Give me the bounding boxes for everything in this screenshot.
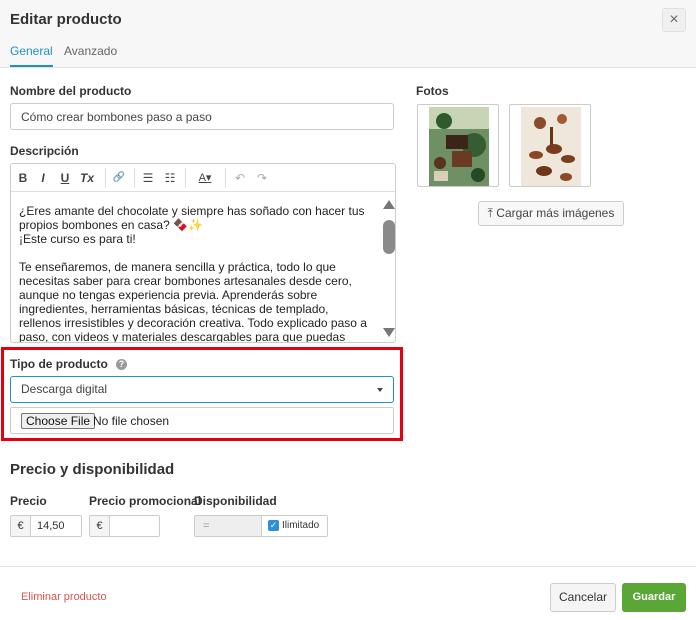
tab-advanced[interactable]: Avanzado (64, 44, 117, 65)
upload-button-label: Cargar más imágenes (496, 206, 615, 220)
save-button[interactable]: Guardar (622, 583, 686, 612)
promo-price-label: Precio promocional (89, 494, 202, 508)
product-type-value: Descarga digital (21, 382, 108, 396)
product-name-input[interactable]: Cómo crear bombones paso a paso (10, 103, 394, 130)
tab-general[interactable]: General (10, 44, 53, 67)
price-input[interactable]: € 14,50 (10, 515, 82, 537)
modal-header: Editar producto × General Avanzado (0, 0, 696, 68)
unlimited-label: Ilimitado (282, 520, 320, 531)
price-label: Precio (10, 494, 47, 508)
toolbar-divider (105, 168, 106, 188)
price-value: 14,50 (37, 520, 65, 532)
toolbar-divider (134, 168, 135, 188)
currency-addon: € (11, 516, 31, 536)
photo-2-image (521, 107, 581, 186)
currency-addon: € (90, 516, 110, 536)
undo-icon[interactable]: ↶ (233, 170, 247, 186)
redo-icon[interactable]: ↷ (255, 170, 269, 186)
product-type-label: Tipo de producto (10, 357, 108, 371)
choose-file-button[interactable]: Choose File (21, 413, 96, 429)
scroll-thumb[interactable] (383, 220, 395, 254)
upload-more-images-button[interactable]: ⤒ Cargar más imágenes (478, 201, 624, 226)
editor-scrollbar[interactable] (381, 194, 395, 342)
pricing-section-title: Precio y disponibilidad (10, 461, 175, 478)
toolbar-divider (185, 168, 186, 188)
product-photo-2[interactable] (509, 104, 591, 187)
upload-icon: ⤒ (487, 206, 493, 220)
product-photo-1[interactable] (417, 104, 499, 187)
availability-input[interactable]: = ✓ Ilimitado (194, 515, 328, 537)
bold-button[interactable]: B (17, 170, 29, 186)
description-editor[interactable]: B I U Tx 🔗 ☰ ☷ A▾ ↶ ↷ ¿Eres amante del c… (10, 163, 396, 343)
help-icon[interactable]: ? (116, 359, 127, 370)
clear-format-button[interactable]: Tx (79, 170, 95, 186)
promo-price-input[interactable]: € (89, 515, 160, 537)
product-type-select[interactable]: Descarga digital (10, 376, 394, 403)
underline-button[interactable]: U (59, 170, 71, 186)
bullet-list-icon[interactable]: ☰ (141, 170, 155, 186)
chevron-down-icon (377, 388, 383, 392)
file-input[interactable]: Choose File No file chosen (10, 407, 394, 434)
modal-title: Editar producto (10, 11, 122, 28)
link-icon[interactable]: 🔗 (111, 170, 127, 186)
photo-1-image (429, 107, 489, 186)
footer-divider (0, 566, 696, 567)
toolbar-divider (225, 168, 226, 188)
numbered-list-icon[interactable]: ☷ (163, 170, 177, 186)
checkbox-checked-icon[interactable]: ✓ (268, 520, 279, 531)
availability-label: Disponibilidad (194, 494, 277, 508)
cancel-button[interactable]: Cancelar (550, 583, 616, 612)
delete-product-link[interactable]: Eliminar producto (21, 591, 107, 603)
text-color-button[interactable]: A▾ (193, 170, 217, 186)
description-label: Descripción (10, 144, 79, 158)
product-name-label: Nombre del producto (10, 84, 132, 98)
description-text[interactable]: ¿Eres amante del chocolate y siempre has… (19, 204, 371, 342)
scroll-up-arrow-icon[interactable] (383, 200, 395, 209)
italic-button[interactable]: I (37, 170, 49, 186)
photos-label: Fotos (416, 84, 449, 98)
unlimited-toggle[interactable]: ✓ Ilimitado (261, 516, 327, 536)
quantity-placeholder: = (203, 520, 210, 532)
file-status: No file chosen (93, 414, 170, 428)
close-button[interactable]: × (662, 8, 686, 32)
editor-toolbar: B I U Tx 🔗 ☰ ☷ A▾ ↶ ↷ (11, 164, 395, 192)
scroll-down-arrow-icon[interactable] (383, 328, 395, 337)
